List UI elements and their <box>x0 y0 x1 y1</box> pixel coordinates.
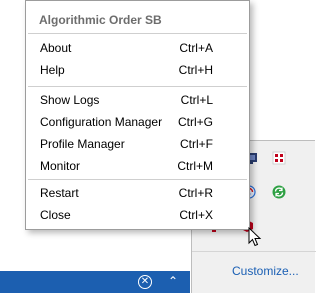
menu-header: Algorithmic Order SB <box>39 13 162 27</box>
menu-item-shortcut: Ctrl+R <box>178 186 213 200</box>
menu-item-shortcut: Ctrl+A <box>179 41 213 55</box>
close-circle-icon[interactable]: ✕ <box>138 275 152 289</box>
menu-item-shortcut: Ctrl+X <box>179 208 213 222</box>
taskbar: ✕ ⌃ <box>0 271 190 293</box>
menu-separator <box>28 33 247 34</box>
menu-separator <box>28 86 247 87</box>
menu-item-label: Restart <box>40 186 79 200</box>
flyout-divider <box>192 251 316 252</box>
menu-item-help[interactable]: Help Ctrl+H <box>28 59 247 81</box>
menu-item-label: Profile Manager <box>40 137 125 151</box>
mouse-cursor-icon <box>248 227 262 247</box>
menu-item-monitor[interactable]: Monitor Ctrl+M <box>28 155 247 177</box>
context-menu: Algorithmic Order SB About Ctrl+A Help C… <box>25 0 250 230</box>
menu-item-about[interactable]: About Ctrl+A <box>28 37 247 59</box>
menu-item-restart[interactable]: Restart Ctrl+R <box>28 182 247 204</box>
app-grid-icon[interactable] <box>272 151 286 165</box>
menu-item-shortcut: Ctrl+L <box>180 93 213 107</box>
menu-item-label: Help <box>40 63 65 77</box>
menu-item-label: Close <box>40 208 71 222</box>
chevron-up-icon[interactable]: ⌃ <box>168 274 178 288</box>
menu-item-close[interactable]: Close Ctrl+X <box>28 204 247 226</box>
sync-icon[interactable] <box>272 185 286 199</box>
menu-item-shortcut: Ctrl+H <box>178 63 213 77</box>
menu-item-shortcut: Ctrl+F <box>180 137 213 151</box>
menu-item-label: Monitor <box>40 159 81 173</box>
menu-item-show-logs[interactable]: Show Logs Ctrl+L <box>28 89 247 111</box>
menu-item-label: About <box>40 41 72 55</box>
menu-separator <box>28 179 247 180</box>
menu-item-shortcut: Ctrl+M <box>177 159 213 173</box>
customize-link[interactable]: Customize... <box>232 264 299 278</box>
menu-item-label: Configuration Manager <box>40 115 163 129</box>
menu-item-configuration-manager[interactable]: Configuration Manager Ctrl+G <box>28 111 247 133</box>
menu-item-label: Show Logs <box>40 93 100 107</box>
menu-item-profile-manager[interactable]: Profile Manager Ctrl+F <box>28 133 247 155</box>
menu-item-shortcut: Ctrl+G <box>177 115 213 129</box>
